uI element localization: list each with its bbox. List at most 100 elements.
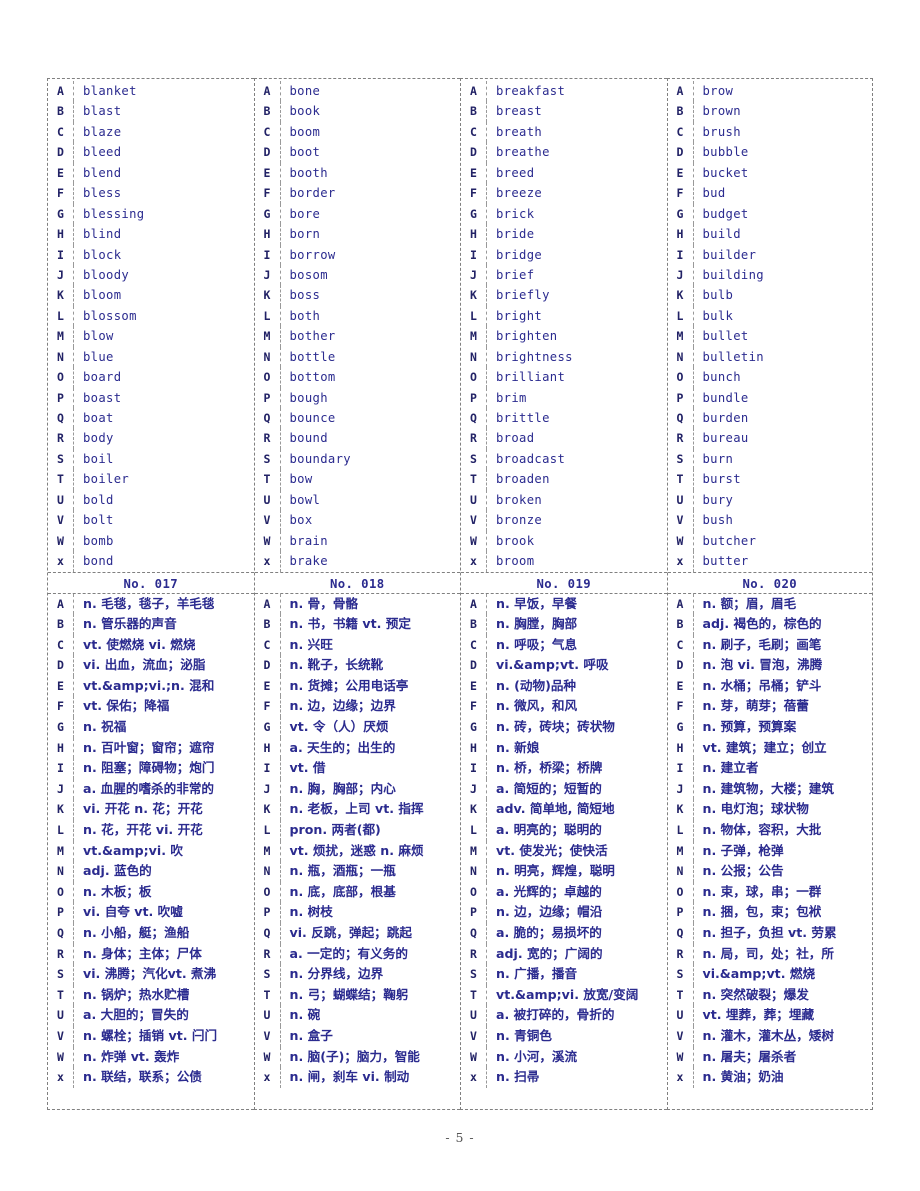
english-word: brief — [496, 267, 535, 282]
chinese-definition: vi.&amp;vt. 燃烧 — [702, 966, 816, 982]
chinese-definition: vt. 埋葬，葬；埋藏 — [702, 1007, 815, 1023]
definition-row: Tn. 弓；蝴蝶结；鞠躬 — [255, 984, 461, 1006]
word-row: Ubold — [48, 489, 254, 511]
word-row: x bond — [48, 551, 254, 572]
chinese-definition: n. (动物)品种 — [496, 677, 577, 693]
row-key: N — [461, 346, 487, 368]
word-row: Mbrighten — [461, 326, 667, 347]
row-key: K — [255, 799, 281, 821]
group-label: No. 018 — [254, 571, 460, 594]
row-key: G — [461, 717, 487, 738]
row-key: S — [668, 448, 694, 470]
row-key: R — [461, 943, 487, 965]
word-row: Nbrightness — [461, 346, 667, 368]
definition-row: Pn. 边，边缘；帽沿 — [461, 902, 667, 923]
row-key: x — [668, 1067, 694, 1088]
row-key: D — [255, 655, 281, 676]
word-row: Nbulletin — [668, 346, 873, 368]
definition-row: Svi. 沸腾；汽化vt. 煮沸 — [48, 964, 254, 985]
definition-row: Lpron. 两者(都) — [255, 820, 461, 841]
chinese-definition: n. 花，开花 vi. 开花 — [83, 822, 203, 838]
english-word: boast — [83, 390, 122, 405]
chinese-definition: n. 木板；板 — [83, 883, 152, 899]
word-row: Wbutcher — [668, 530, 873, 552]
english-word: boom — [289, 124, 321, 139]
english-word: both — [289, 308, 321, 323]
english-word: blossom — [83, 308, 137, 323]
word-row: Mbother — [255, 326, 461, 347]
english-word-block: Abone Bbook Cboom Dboot Ebooth Fborder Gbore Hb… — [255, 79, 461, 572]
word-row: Iborrow — [255, 244, 461, 265]
row-key: F — [668, 696, 694, 718]
chinese-definition: vt. 使燃烧 vi. 燃烧 — [83, 636, 196, 652]
definition-row: Ua. 大胆的；冒失的 — [48, 1005, 254, 1026]
english-word: boss — [289, 288, 321, 303]
row-key: K — [48, 285, 74, 306]
row-key: I — [461, 758, 487, 779]
english-word: bucket — [702, 165, 749, 180]
word-row: Fborder — [255, 183, 461, 204]
chinese-definition: n. 边，边缘；边界 — [289, 698, 396, 714]
chinese-definition: n. 小船，艇；渔船 — [83, 925, 190, 940]
english-word: boat — [83, 411, 114, 425]
definition-row: En. 水桶；吊桶；铲斗 — [668, 675, 873, 697]
chinese-definition: vt.&amp;vi.;n. 混和 — [83, 677, 215, 693]
word-table: Ablanket Bblast Cblaze Dbleed Eblend Fbless Gb… — [47, 78, 873, 1110]
row-key: K — [461, 285, 487, 306]
chinese-definition: n. 螺栓；插销 vt. 闩门 — [83, 1027, 218, 1043]
definition-row: Kn. 老板，上司 vt. 指挥 — [255, 799, 461, 821]
definition-row: Bn. 书，书籍 vt. 预定 — [255, 614, 461, 635]
row-key: H — [461, 737, 487, 759]
row-key: R — [255, 428, 281, 449]
row-key: O — [48, 367, 74, 388]
chinese-definition: vt.&amp;vi. 吹 — [83, 842, 183, 858]
row-key: x — [48, 1067, 74, 1088]
row-key: W — [255, 1046, 281, 1068]
english-word: broom — [496, 554, 535, 569]
chinese-definition: vi. 自夸 vt. 吹嘘 — [83, 904, 183, 920]
row-key: N — [48, 346, 74, 368]
row-key: W — [668, 1046, 694, 1068]
row-key: L — [461, 305, 487, 327]
row-key: O — [255, 881, 281, 903]
word-row: Qboat — [48, 408, 254, 429]
english-word: blaze — [83, 124, 122, 139]
row-key: E — [48, 162, 74, 184]
row-key: F — [255, 183, 281, 204]
row-key: D — [48, 142, 74, 163]
row-key: B — [668, 101, 694, 122]
chinese-definition: n. 公报；公告 — [702, 863, 784, 879]
definition-row: Gvt. 令（人）厌烦 — [255, 717, 461, 738]
row-key: H — [255, 737, 281, 759]
row-key: T — [461, 469, 487, 490]
definition-row: Vn. 盒子 — [255, 1025, 461, 1047]
chinese-definition: n. 建立者 — [702, 760, 759, 776]
definition-row: x n. 黄油；奶油 — [668, 1067, 873, 1088]
definition-row: Vn. 螺栓；插销 vt. 闩门 — [48, 1025, 254, 1047]
word-row: Qbrittle — [461, 408, 667, 429]
row-key: O — [668, 367, 694, 388]
chinese-definition: a. 明亮的；聪明的 — [496, 822, 602, 838]
english-word: booth — [289, 165, 328, 180]
english-word: bride — [496, 227, 535, 242]
definition-block: An. 骨，骨骼 Bn. 书，书籍 vt. 预定 Cn. 兴旺 Dn. 靴子，长统靴 E… — [255, 593, 461, 1088]
english-word: bulk — [702, 308, 734, 323]
row-key: I — [668, 758, 694, 779]
row-key: P — [255, 387, 281, 408]
chinese-definition: n. 突然破裂；爆发 — [702, 986, 809, 1002]
row-key: M — [255, 840, 281, 862]
definition-row: Pvi. 自夸 vt. 吹嘘 — [48, 902, 254, 923]
chinese-definition: n. 黄油；奶油 — [702, 1069, 784, 1085]
chinese-definition: n. 阻塞；障碍物；炮门 — [83, 760, 215, 776]
row-key: V — [461, 1025, 487, 1047]
word-row: Dboot — [255, 142, 461, 163]
row-key: N — [668, 346, 694, 368]
chinese-definition: n. 芽，萌芽；蓓蕾 — [702, 698, 809, 714]
chinese-definition: n. 碗 — [289, 1007, 321, 1023]
english-word: breast — [496, 104, 543, 119]
group-label: No. 017 — [48, 571, 254, 594]
chinese-definition: n. 建筑物，大楼；建筑 — [702, 780, 834, 796]
row-key: R — [461, 428, 487, 449]
row-key: B — [255, 101, 281, 122]
english-word: bone — [289, 84, 321, 98]
